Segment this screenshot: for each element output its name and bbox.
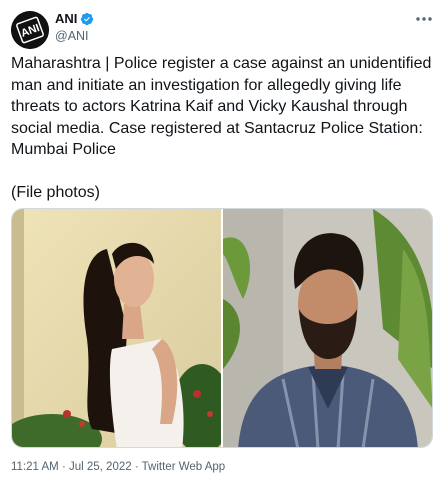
tweet-source: Twitter Web App (141, 461, 226, 473)
display-name-text[interactable]: ANI (55, 11, 77, 26)
author-names: ANI @ANI (55, 11, 94, 43)
avatar[interactable]: ANI (11, 11, 49, 49)
verified-badge-icon (80, 12, 94, 26)
tweet-time[interactable]: 11:21 AM (11, 461, 59, 473)
tweet-header: ANI ANI @ANI (11, 10, 436, 50)
meta-separator: · (58, 461, 69, 473)
author-handle[interactable]: @ANI (55, 29, 94, 43)
tweet-body: Maharashtra | Police register a case aga… (11, 53, 436, 203)
author-display-name[interactable]: ANI (55, 11, 94, 26)
photo-katrina[interactable] (12, 209, 221, 447)
ani-logo: ANI (11, 11, 49, 49)
tweet-media[interactable] (11, 208, 433, 448)
more-options-icon[interactable] (412, 10, 436, 28)
tweet-date[interactable]: Jul 25, 2022 (69, 461, 132, 473)
meta-separator: · (131, 461, 142, 473)
photo-vicky[interactable] (223, 209, 432, 447)
tweet-meta: 11:21 AM · Jul 25, 2022 · Twitter Web Ap… (11, 461, 225, 473)
tweet-caption: (File photos) (11, 183, 100, 201)
tweet-text: Maharashtra | Police register a case aga… (11, 55, 432, 158)
